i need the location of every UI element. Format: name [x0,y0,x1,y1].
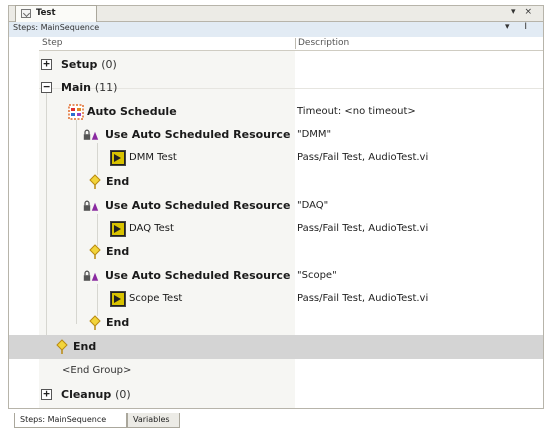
lock-resource-icon [83,129,99,140]
step-label: Use Auto Scheduled Resource [105,128,291,141]
group-count: (11) [94,81,118,94]
step-row-use-resource-daq[interactable]: Use Auto Scheduled Resource "DAQ" [9,195,543,217]
lock-resource-icon [83,270,99,281]
collapse-toggle-main[interactable]: − [41,81,52,93]
step-description: Pass/Fail Test, AudioTest.vi [297,223,429,234]
step-description: "DMM" [297,129,332,140]
step-label: DMM Test [129,152,177,163]
steps-grid: Step Description + Setup (0) − Main (11) [8,37,544,409]
step-label: Setup (0) [61,58,117,72]
auto-schedule-icon [68,104,84,120]
step-description: Timeout: <no timeout> [297,106,416,117]
sequence-file-icon [21,9,31,18]
step-label: Use Auto Scheduled Resource [105,199,291,212]
expand-toggle-setup[interactable]: + [41,58,52,70]
step-row-auto-schedule[interactable]: Auto Schedule Timeout: <no timeout> [9,101,543,123]
step-description: Pass/Fail Test, AudioTest.vi [297,152,429,163]
step-row-cleanup[interactable]: + Cleanup (0) [9,384,543,406]
column-separator[interactable] [295,38,296,49]
steps-pane-dropdown-button[interactable]: ▾ [505,22,516,32]
step-row-setup[interactable]: + Setup (0) [9,54,543,76]
steps-pane-controls: ▾ ⵏ [505,22,533,32]
group-count: (0) [115,388,131,401]
step-label: End [106,245,130,258]
document-tab-test-file[interactable]: Test File.seq [15,5,97,33]
end-step-icon [89,315,101,330]
step-label: End [106,175,130,188]
end-step-icon [89,244,101,259]
step-description: "Scope" [297,270,337,281]
grid-header: Step Description [39,37,543,51]
tab-steps-mainsequence[interactable]: Steps: MainSequence [14,413,127,428]
group-name: Main [61,81,91,94]
expand-toggle-cleanup[interactable]: + [41,388,52,400]
window-controls: ▾ × [511,7,535,17]
window-close-button[interactable]: × [524,7,535,17]
step-row-scope-test[interactable]: Scope Test Pass/Fail Test, AudioTest.vi [9,288,543,310]
step-label: DAQ Test [129,223,174,234]
steps-pane-titlebar: Steps: MainSequence ▾ ⵏ [8,22,544,37]
steps-pane-title: Steps: MainSequence [13,23,100,32]
group-count: (0) [101,58,117,71]
column-header-description[interactable]: Description [298,37,349,50]
step-row-use-resource-scope[interactable]: Use Auto Scheduled Resource "Scope" [9,265,543,287]
step-description: Pass/Fail Test, AudioTest.vi [297,293,429,304]
group-name: Cleanup [61,388,112,401]
step-row-end[interactable]: End [9,241,543,263]
end-step-icon [89,174,101,189]
step-row-daq-test[interactable]: DAQ Test Pass/Fail Test, AudioTest.vi [9,218,543,240]
step-label: <End Group> [62,365,132,376]
labview-vi-icon [110,221,126,237]
labview-vi-icon [110,291,126,307]
step-label: Main (11) [61,81,117,95]
step-row-end[interactable]: End [9,171,543,193]
group-name: Setup [61,58,98,71]
window-dropdown-button[interactable]: ▾ [511,7,519,17]
step-row-use-resource-dmm[interactable]: Use Auto Scheduled Resource "DMM" [9,124,543,146]
step-row-main[interactable]: − Main (11) [9,77,543,99]
step-label: End [73,340,97,353]
step-description: "DAQ" [297,200,329,211]
lock-resource-icon [83,200,99,211]
step-row-end[interactable]: End [9,312,543,334]
steps-pane-pin-button[interactable]: ⵏ [524,22,533,32]
step-row-end-selected[interactable]: End [9,335,543,359]
tab-variables[interactable]: Variables [127,413,180,428]
step-label: Scope Test [129,293,183,304]
document-tab-strip: Test File.seq ▾ × [8,5,544,33]
step-label: End [106,316,130,329]
bottom-tab-strip: Steps: MainSequence Variables [8,413,544,429]
step-label: Auto Schedule [87,105,177,118]
sequence-editor-window: Test File.seq ▾ × Steps: MainSequence ▾ … [0,0,550,444]
step-row-dmm-test[interactable]: DMM Test Pass/Fail Test, AudioTest.vi [9,147,543,169]
column-header-step[interactable]: Step [42,37,63,50]
end-step-icon [56,339,68,354]
step-label: Use Auto Scheduled Resource [105,269,291,282]
labview-vi-icon [110,150,126,166]
step-row-end-group[interactable]: <End Group> [9,360,543,382]
step-label: Cleanup (0) [61,388,131,402]
